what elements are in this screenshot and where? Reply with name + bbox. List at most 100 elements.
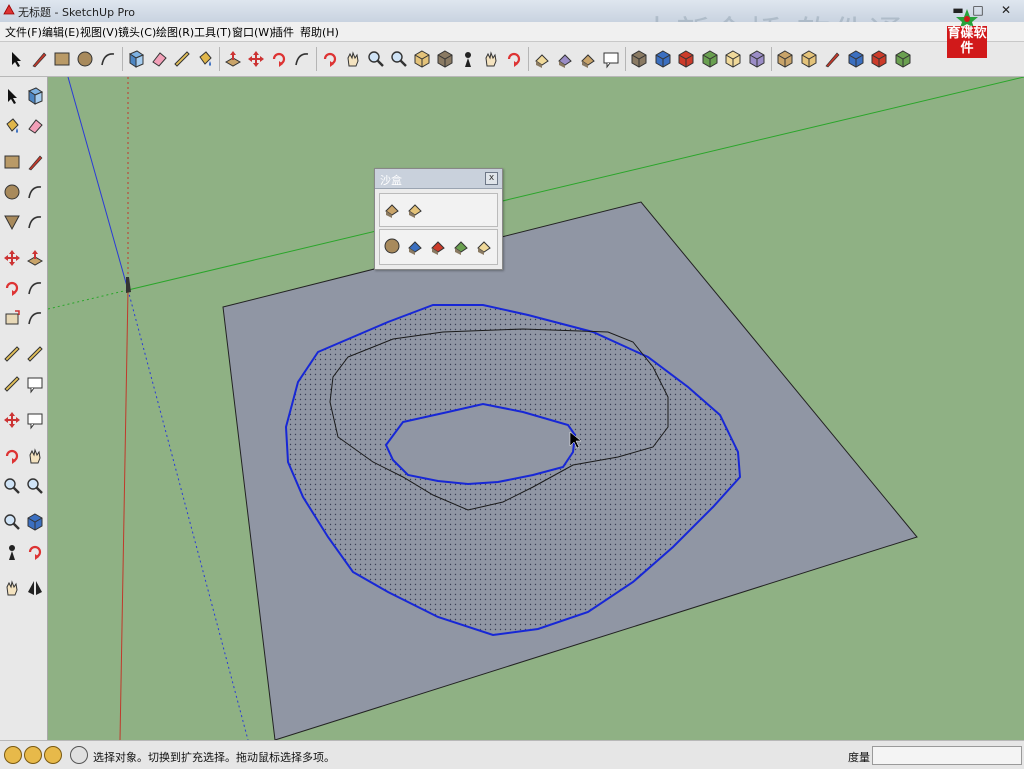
menu-tools[interactable]: 工具(T) xyxy=(194,24,231,40)
eraser-icon[interactable] xyxy=(25,116,45,136)
arc-icon[interactable] xyxy=(98,49,118,69)
wireframe-icon[interactable] xyxy=(799,49,819,69)
pan-icon[interactable] xyxy=(343,49,363,69)
menu-edit[interactable]: 编辑(E) xyxy=(42,24,80,40)
menu-plugins[interactable]: 插件 xyxy=(272,24,294,40)
follow-me-icon[interactable] xyxy=(25,278,45,298)
zoom-extents-icon[interactable] xyxy=(389,49,409,69)
eraser-icon[interactable] xyxy=(149,49,169,69)
walk-icon[interactable] xyxy=(2,578,22,598)
follow-me-icon[interactable] xyxy=(292,49,312,69)
menu-draw[interactable]: 绘图(R) xyxy=(156,24,194,40)
add-location-icon[interactable] xyxy=(532,49,552,69)
make-component-icon[interactable] xyxy=(126,49,146,69)
rotate-icon[interactable] xyxy=(269,49,289,69)
move-icon[interactable] xyxy=(246,49,266,69)
pan-icon[interactable] xyxy=(25,446,45,466)
push-pull-icon[interactable] xyxy=(25,248,45,268)
stamp-icon[interactable] xyxy=(405,236,425,256)
viewport-canvas[interactable] xyxy=(48,77,1024,740)
sandbox-close-button[interactable]: x xyxy=(485,172,498,185)
zoom-window-icon[interactable] xyxy=(25,476,45,496)
shaded-textures-icon[interactable] xyxy=(869,49,889,69)
photo-textures-icon[interactable] xyxy=(601,49,621,69)
toolbar-separator xyxy=(316,47,317,71)
position-camera-icon[interactable] xyxy=(2,542,22,562)
right-view-icon[interactable] xyxy=(700,49,720,69)
look-around-icon[interactable] xyxy=(25,542,45,562)
rectangle-icon[interactable] xyxy=(2,152,22,172)
menu-window[interactable]: 窗口(W) xyxy=(232,24,273,40)
user-icon[interactable] xyxy=(44,746,62,764)
axes-icon[interactable] xyxy=(2,410,22,430)
front-view-icon[interactable] xyxy=(676,49,696,69)
close-button[interactable]: ✕ xyxy=(998,2,1014,18)
next-view-icon[interactable] xyxy=(435,49,455,69)
share-model-icon[interactable] xyxy=(578,49,598,69)
text-icon[interactable] xyxy=(25,374,45,394)
freehand-icon[interactable] xyxy=(25,212,45,232)
get-models-icon[interactable] xyxy=(555,49,575,69)
menu-camera[interactable]: 镜头(C) xyxy=(118,24,156,40)
pencil-icon[interactable] xyxy=(29,49,49,69)
select-icon[interactable] xyxy=(2,86,22,106)
push-pull-icon[interactable] xyxy=(223,49,243,69)
rectangle-icon[interactable] xyxy=(52,49,72,69)
line-icon[interactable] xyxy=(25,152,45,172)
scale-icon[interactable] xyxy=(2,308,22,328)
add-detail-icon[interactable] xyxy=(451,236,471,256)
3d-text-icon[interactable] xyxy=(25,410,45,430)
top-view-icon[interactable] xyxy=(653,49,673,69)
georeference-icon[interactable] xyxy=(4,746,22,764)
sandbox-title-bar[interactable]: 沙盒 x xyxy=(375,169,502,189)
drape-icon[interactable] xyxy=(428,236,448,256)
orbit-icon[interactable] xyxy=(2,446,22,466)
walk-icon[interactable] xyxy=(481,49,501,69)
zoom-icon[interactable] xyxy=(2,476,22,496)
measurements-input[interactable] xyxy=(872,746,1022,765)
shaded-icon[interactable] xyxy=(846,49,866,69)
back-view-icon[interactable] xyxy=(723,49,743,69)
menu-help[interactable]: 帮助(H) xyxy=(300,24,339,40)
paint-bucket-icon[interactable] xyxy=(195,49,215,69)
position-camera-icon[interactable] xyxy=(458,49,478,69)
from-contours-icon[interactable] xyxy=(382,199,402,219)
tape-measure-icon[interactable] xyxy=(2,344,22,364)
previous-view-icon[interactable] xyxy=(25,512,45,532)
previous-view-icon[interactable] xyxy=(412,49,432,69)
xray-icon[interactable] xyxy=(775,49,795,69)
offset-icon[interactable] xyxy=(25,308,45,328)
polygon-icon[interactable] xyxy=(2,212,22,232)
section-plane-icon[interactable] xyxy=(25,578,45,598)
protractor-icon[interactable] xyxy=(2,374,22,394)
tape-measure-icon[interactable] xyxy=(172,49,192,69)
rotate-icon[interactable] xyxy=(2,278,22,298)
sketchup-app-icon xyxy=(3,4,15,15)
arc-icon[interactable] xyxy=(25,182,45,202)
paint-bucket-icon[interactable] xyxy=(2,116,22,136)
model-viewport[interactable] xyxy=(48,77,1024,740)
look-around-icon[interactable] xyxy=(504,49,524,69)
dimension-icon[interactable] xyxy=(25,344,45,364)
from-scratch-icon[interactable] xyxy=(405,199,425,219)
help-icon[interactable] xyxy=(70,746,88,764)
smoove-icon[interactable] xyxy=(382,236,402,256)
monochrome-icon[interactable] xyxy=(893,49,913,69)
menu-view[interactable]: 视图(V) xyxy=(80,24,118,40)
left-view-icon[interactable] xyxy=(747,49,767,69)
window-title: 无标题 - SketchUp Pro xyxy=(18,6,136,19)
make-component-icon[interactable] xyxy=(25,86,45,106)
flip-edge-icon[interactable] xyxy=(474,236,494,256)
zoom-icon[interactable] xyxy=(366,49,386,69)
menu-file[interactable]: 文件(F) xyxy=(5,24,42,40)
sandbox-toolbar-panel: 沙盒 x xyxy=(374,168,503,270)
orbit-icon[interactable] xyxy=(320,49,340,69)
move-icon[interactable] xyxy=(2,248,22,268)
select-icon[interactable] xyxy=(6,49,26,69)
circle-icon[interactable] xyxy=(2,182,22,202)
hidden-line-icon[interactable] xyxy=(822,49,842,69)
iso-view-icon[interactable] xyxy=(629,49,649,69)
credits-icon[interactable] xyxy=(24,746,42,764)
circle-icon[interactable] xyxy=(75,49,95,69)
zoom-extents-icon[interactable] xyxy=(2,512,22,532)
